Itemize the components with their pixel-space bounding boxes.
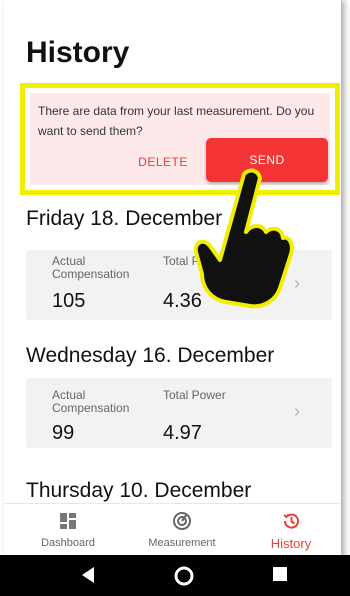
banner-message: There are data from your last measuremen…: [38, 104, 315, 138]
page-title: History: [26, 36, 130, 69]
nav-item-measurement[interactable]: Measurement: [132, 504, 232, 556]
delete-button[interactable]: DELETE: [123, 145, 203, 179]
pending-data-banner: There are data from your last measuremen…: [30, 93, 330, 185]
system-nav-bar: [0, 555, 350, 596]
day-title: Friday 18. December: [26, 207, 223, 230]
chevron-right-icon: ›: [294, 273, 300, 293]
history-card[interactable]: Actual Compensation Total Power 99 4.97 …: [26, 378, 332, 448]
history-icon: [283, 513, 299, 529]
measurement-icon: [173, 512, 191, 530]
banner-highlight: There are data from your last measuremen…: [20, 83, 340, 195]
total-power-label: Total Power: [163, 388, 226, 402]
total-power-value: 4.36: [163, 290, 202, 312]
chevron-right-icon: ›: [294, 401, 300, 421]
back-icon[interactable]: [80, 566, 96, 584]
send-button[interactable]: SEND: [206, 138, 328, 182]
bottom-nav: Dashboard Measurement History: [4, 503, 341, 555]
day-title: Thursday 10. December: [26, 479, 252, 502]
nav-label: Dashboard: [41, 537, 95, 549]
dashboard-icon: [60, 513, 76, 529]
day-title: Wednesday 16. December: [26, 344, 275, 367]
compensation-value: 105: [52, 290, 86, 312]
nav-label: History: [270, 536, 312, 551]
compensation-label: Actual Compensation: [52, 254, 130, 281]
nav-item-dashboard[interactable]: Dashboard: [18, 504, 118, 556]
nav-label: Measurement: [148, 537, 216, 549]
compensation-value: 99: [52, 422, 75, 444]
compensation-label: Actual Compensation: [52, 388, 130, 415]
nav-item-history[interactable]: History: [241, 504, 341, 556]
app-screen: History There are data from your last me…: [4, 0, 341, 596]
total-power-label: Total Power: [163, 254, 226, 268]
history-card[interactable]: Actual Compensation Total Power 105 4.36…: [26, 250, 332, 320]
recents-icon[interactable]: [272, 566, 288, 582]
home-icon[interactable]: [174, 566, 194, 586]
total-power-value: 4.97: [163, 422, 202, 444]
